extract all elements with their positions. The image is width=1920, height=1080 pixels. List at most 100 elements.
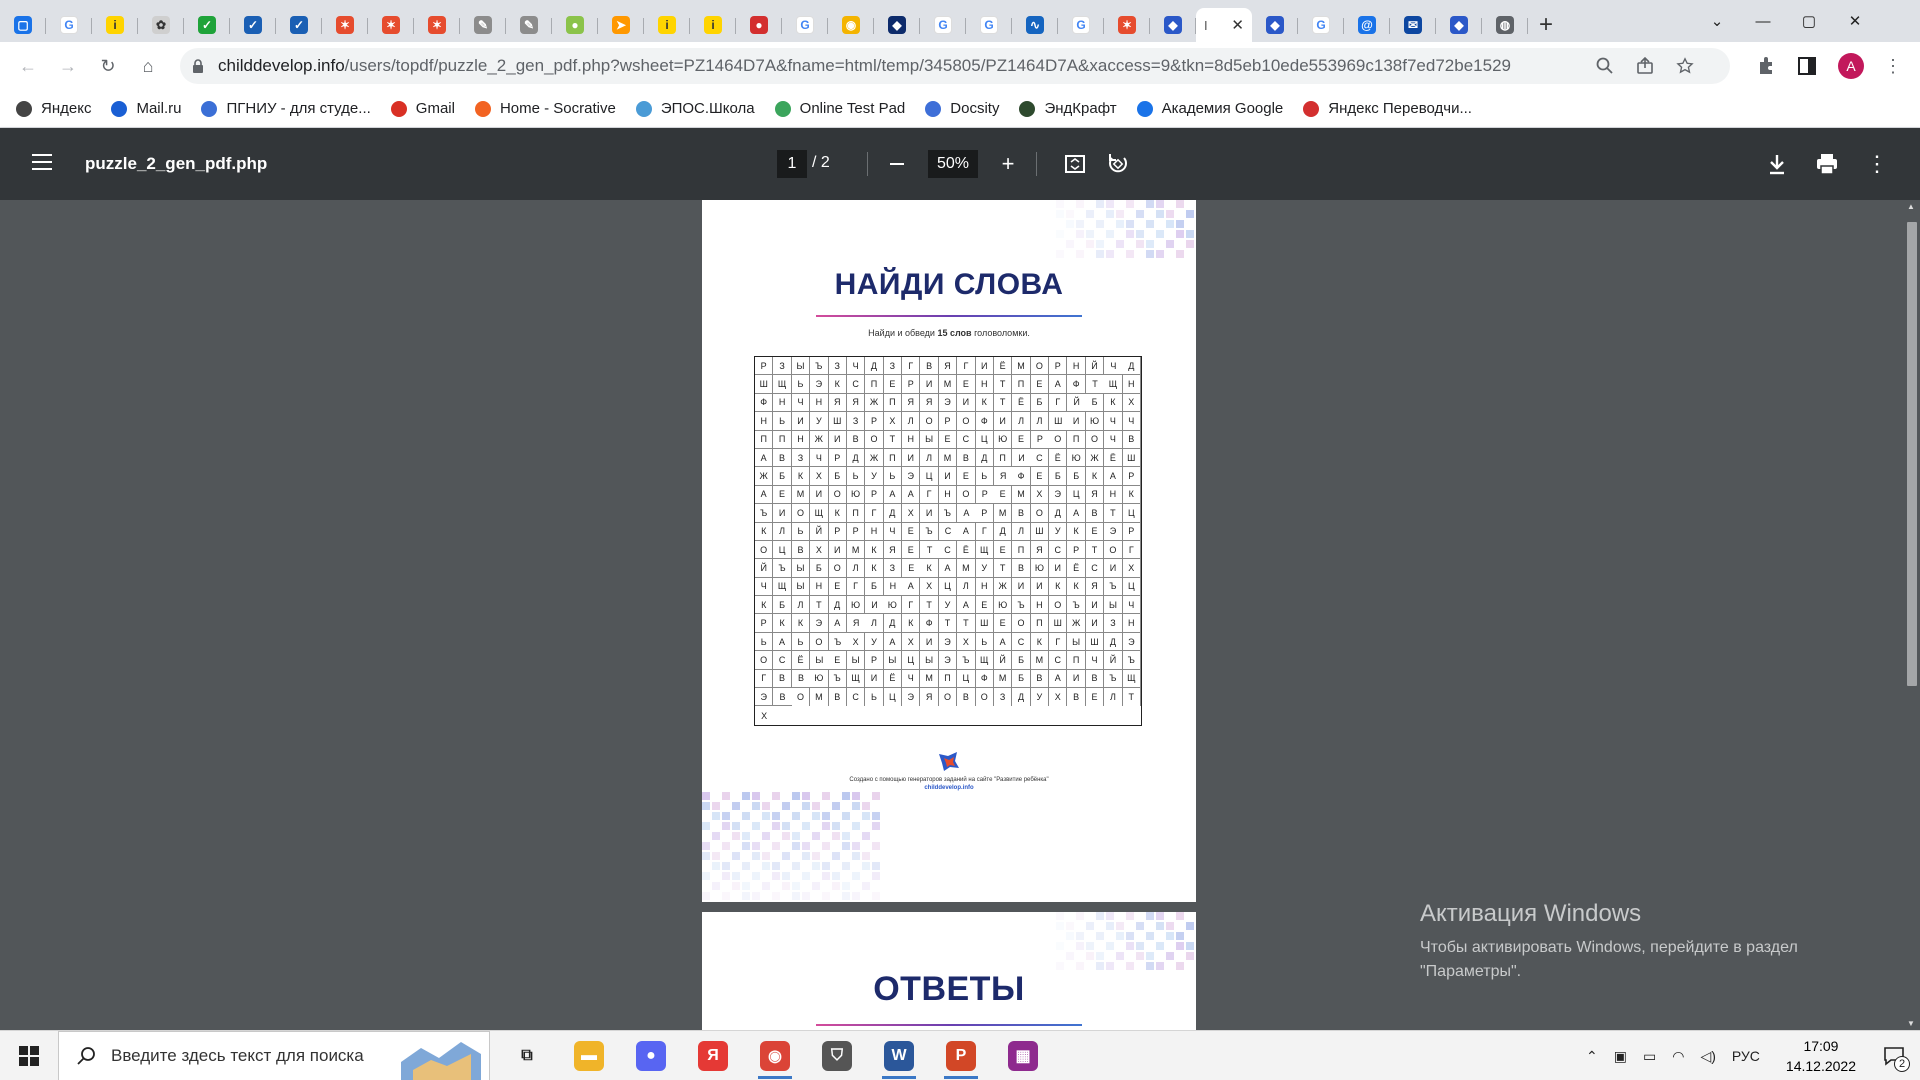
grid-cell: К <box>1085 467 1105 486</box>
browser-tab[interactable]: i <box>644 8 690 42</box>
browser-tab[interactable]: ● <box>736 8 782 42</box>
browser-tab[interactable]: ◍ <box>1482 8 1528 42</box>
taskbar-app[interactable]: ⛉ <box>806 1031 868 1080</box>
taskbar-app[interactable]: ◉ <box>744 1031 806 1080</box>
bookmark-item[interactable]: Home - Socrative <box>474 100 616 117</box>
browser-tab[interactable]: ✶ <box>368 8 414 42</box>
pdf-menu-icon[interactable] <box>32 154 52 172</box>
browser-tab[interactable]: ∿ <box>1012 8 1058 42</box>
zoom-in-button[interactable]: + <box>990 146 1026 182</box>
taskbar-app[interactable]: ▬ <box>558 1031 620 1080</box>
bookmark-item[interactable]: Online Test Pad <box>774 100 905 117</box>
bookmark-item[interactable]: ЭПОС.Школа <box>635 100 755 117</box>
browser-tab[interactable]: ▢ <box>0 8 46 42</box>
browser-tab[interactable]: i <box>690 8 736 42</box>
bookmark-item[interactable]: Mail.ru <box>111 100 181 117</box>
fit-page-icon[interactable] <box>1057 146 1093 182</box>
close-tab-icon[interactable]: ✕ <box>1231 16 1244 34</box>
rotate-icon[interactable] <box>1100 146 1136 182</box>
taskbar-app[interactable]: ● <box>620 1031 682 1080</box>
browser-tab[interactable]: G <box>46 8 92 42</box>
forward-button[interactable]: → <box>48 46 88 86</box>
maximize-button[interactable]: ▢ <box>1786 12 1832 30</box>
extensions-icon[interactable] <box>1756 56 1776 76</box>
zoom-icon[interactable] <box>1596 57 1614 75</box>
zoom-out-button[interactable] <box>879 146 915 182</box>
browser-tab[interactable]: ● <box>552 8 598 42</box>
print-icon[interactable] <box>1809 146 1845 182</box>
more-options-icon[interactable]: ⋮ <box>1859 146 1895 182</box>
browser-tab[interactable]: ✓ <box>184 8 230 42</box>
taskbar-app[interactable]: ▦ <box>992 1031 1054 1080</box>
browser-tab[interactable]: ✶ <box>414 8 460 42</box>
profile-avatar[interactable]: A <box>1838 53 1864 79</box>
start-button[interactable] <box>0 1031 58 1080</box>
new-tab-button[interactable]: + <box>1528 8 1564 42</box>
volume-icon[interactable]: ◁) <box>1700 1048 1715 1065</box>
side-panel-icon[interactable] <box>1798 57 1816 75</box>
bookmark-item[interactable]: ПГНИУ - для студе... <box>201 100 371 117</box>
viewer-scrollbar[interactable]: ▲ ▼ <box>1904 200 1920 1030</box>
scroll-down-arrow-icon[interactable]: ▼ <box>1907 1019 1915 1028</box>
bookmark-item[interactable]: Docsity <box>925 100 999 117</box>
browser-tab[interactable]: ✓ <box>230 8 276 42</box>
url-text[interactable]: childdevelop.info/users/topdf/puzzle_2_g… <box>218 56 1511 76</box>
active-tab[interactable]: I ✕ <box>1196 8 1252 42</box>
network-card-icon[interactable]: ▣ <box>1614 1048 1627 1065</box>
taskbar-app[interactable]: W <box>868 1031 930 1080</box>
language-indicator[interactable]: РУС <box>1732 1048 1760 1064</box>
browser-tab[interactable]: G <box>1058 8 1104 42</box>
browser-tab[interactable]: ✿ <box>138 8 184 42</box>
clock[interactable]: 17:09 14.12.2022 <box>1786 1036 1856 1076</box>
page-number-input[interactable]: 1 <box>777 150 807 178</box>
address-bar[interactable]: childdevelop.info/users/topdf/puzzle_2_g… <box>180 48 1730 84</box>
browser-tab[interactable]: ◆ <box>1436 8 1482 42</box>
bookmark-item[interactable]: ЭндКрафт <box>1019 100 1117 117</box>
bookmark-star-icon[interactable] <box>1676 57 1694 75</box>
browser-tab[interactable]: ◆ <box>1150 8 1196 42</box>
browser-tab[interactable]: ✓ <box>276 8 322 42</box>
tray-expand-icon[interactable]: ⌃ <box>1586 1048 1598 1065</box>
taskbar-app[interactable]: P <box>930 1031 992 1080</box>
browser-tab[interactable]: ◆ <box>874 8 920 42</box>
browser-tab[interactable]: ◆ <box>1252 8 1298 42</box>
browser-tab[interactable]: @ <box>1344 8 1390 42</box>
home-button[interactable]: ⌂ <box>128 46 168 86</box>
browser-tab[interactable]: ✉ <box>1390 8 1436 42</box>
bookmark-item[interactable]: Яндекс <box>16 100 91 117</box>
taskbar-app[interactable]: ⧉ <box>496 1031 558 1080</box>
reload-button[interactable]: ↻ <box>88 46 128 86</box>
back-button[interactable]: ← <box>8 46 48 86</box>
browser-menu-icon[interactable]: ⋮ <box>1884 56 1902 77</box>
browser-tab[interactable]: G <box>966 8 1012 42</box>
browser-tab[interactable]: ✎ <box>506 8 552 42</box>
taskbar-search-box[interactable]: Введите здесь текст для поиска <box>58 1030 490 1080</box>
browser-tab[interactable]: G <box>1298 8 1344 42</box>
scrollbar-thumb[interactable] <box>1907 222 1917 686</box>
credit-site-link[interactable]: childdevelop.info <box>702 784 1196 792</box>
bookmark-item[interactable]: Gmail <box>390 100 455 117</box>
download-icon[interactable] <box>1759 146 1795 182</box>
wifi-icon[interactable]: ◠ <box>1672 1048 1684 1065</box>
bookmark-item[interactable]: Яндекс Переводчи... <box>1303 100 1472 117</box>
bookmark-item[interactable]: Академия Google <box>1136 100 1283 117</box>
minimize-button[interactable]: — <box>1740 13 1786 30</box>
battery-icon[interactable]: ▭ <box>1643 1048 1656 1065</box>
browser-tab[interactable]: ◉ <box>828 8 874 42</box>
close-window-button[interactable]: ✕ <box>1832 12 1878 30</box>
tab-search-button[interactable]: ⌄ <box>1694 12 1740 30</box>
browser-tab[interactable]: ✶ <box>322 8 368 42</box>
decoration-square <box>1076 220 1084 228</box>
taskbar-app[interactable]: Я <box>682 1031 744 1080</box>
share-icon[interactable] <box>1636 57 1654 75</box>
notification-center-icon[interactable]: 2 <box>1874 1036 1914 1076</box>
scroll-up-arrow-icon[interactable]: ▲ <box>1907 202 1915 211</box>
browser-tab[interactable]: ➤ <box>598 8 644 42</box>
lock-icon[interactable] <box>192 58 204 74</box>
browser-tab[interactable]: i <box>92 8 138 42</box>
browser-tab[interactable]: G <box>920 8 966 42</box>
browser-tab[interactable]: G <box>782 8 828 42</box>
zoom-level-input[interactable]: 50% <box>928 150 978 178</box>
browser-tab[interactable]: ✎ <box>460 8 506 42</box>
browser-tab[interactable]: ✶ <box>1104 8 1150 42</box>
